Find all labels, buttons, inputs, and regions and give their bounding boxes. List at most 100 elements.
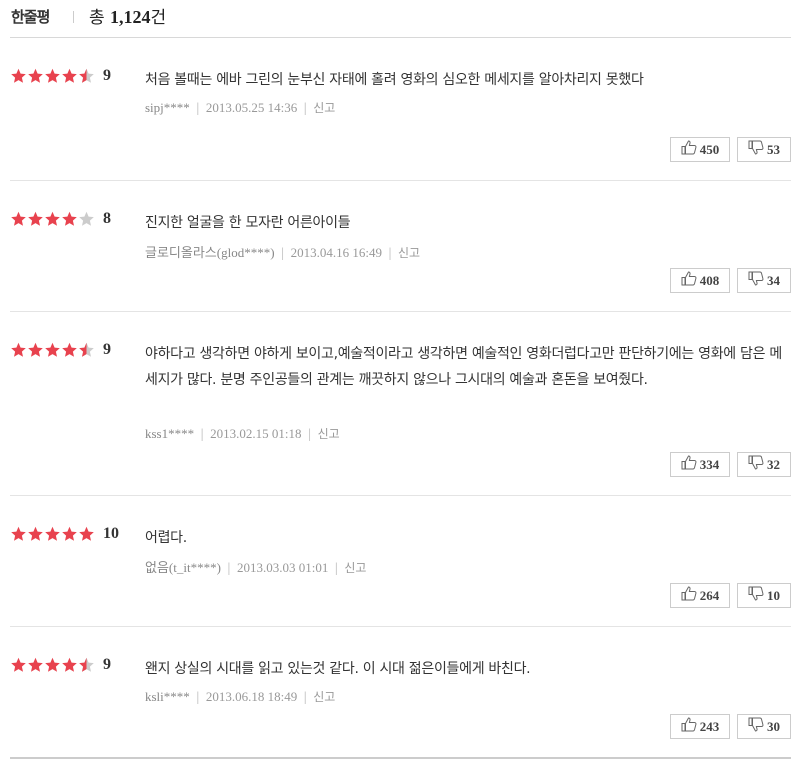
thumbs-up-icon bbox=[681, 586, 700, 605]
review-score: 10 bbox=[103, 525, 119, 542]
star-icon bbox=[27, 68, 44, 84]
star-icon bbox=[27, 526, 44, 542]
like-button[interactable]: 450 bbox=[670, 137, 730, 162]
like-button[interactable]: 264 bbox=[670, 583, 730, 608]
star-icon bbox=[61, 68, 78, 84]
review-text: 왠지 상실의 시대를 읽고 있는것 같다. 이 시대 젊은이들에게 바친다. bbox=[145, 661, 531, 677]
reviewer-name[interactable]: kss1**** bbox=[145, 426, 194, 441]
star-icon bbox=[44, 657, 61, 673]
like-button[interactable]: 334 bbox=[670, 452, 730, 477]
dislike-button[interactable]: 30 bbox=[737, 714, 791, 739]
star-icon bbox=[44, 211, 61, 227]
meta-divider: | bbox=[307, 427, 312, 441]
review-date: 2013.03.03 01:01 bbox=[236, 560, 329, 575]
star-rating bbox=[10, 526, 98, 542]
report-link[interactable]: 신고 bbox=[344, 561, 366, 575]
meta-divider: | bbox=[226, 561, 231, 575]
review-meta: kss1**** | 2013.02.15 01:18 | 신고 bbox=[145, 425, 340, 442]
section-title: 한줄평 bbox=[11, 8, 50, 26]
reviewer-name[interactable]: 없음(t_it****) bbox=[145, 560, 221, 575]
star-icon bbox=[10, 211, 27, 227]
header-divider bbox=[73, 11, 74, 23]
dislike-button[interactable]: 10 bbox=[737, 583, 791, 608]
star-icon bbox=[61, 342, 78, 358]
thumbs-down-icon bbox=[748, 717, 767, 736]
star-rating bbox=[10, 342, 98, 358]
star-icon bbox=[78, 68, 95, 84]
review-meta: 글로디올라스(glod****) | 2013.04.16 16:49 | 신고 bbox=[145, 242, 420, 261]
star-icon bbox=[44, 68, 61, 84]
like-count: 334 bbox=[699, 456, 720, 472]
total-prefix: 총 bbox=[89, 8, 111, 28]
thumbs-down-icon bbox=[748, 455, 767, 474]
star-icon bbox=[78, 526, 95, 542]
review-text: 야하다고 생각하면 야하게 보이고,예술적이라고 생각하면 예술적인 영화더럽다… bbox=[145, 346, 782, 388]
like-button[interactable]: 408 bbox=[670, 268, 730, 293]
review-meta: 없음(t_it****) | 2013.03.03 01:01 | 신고 bbox=[145, 557, 366, 576]
review-meta: ksli**** | 2013.06.18 18:49 | 신고 bbox=[145, 688, 335, 705]
report-link[interactable]: 신고 bbox=[318, 427, 340, 441]
review-list: 9 처음 볼때는 에바 그린의 눈부신 자태에 홀려 영화의 심오한 메세지를 알… bbox=[0, 38, 800, 759]
reviewer-name[interactable]: sipj**** bbox=[145, 100, 190, 115]
report-link[interactable]: 신고 bbox=[313, 101, 335, 115]
review-item: 9 야하다고 생각하면 야하게 보이고,예술적이라고 생각하면 예술적인 영화더럽… bbox=[10, 312, 791, 496]
review-text: 어렵다. bbox=[145, 530, 187, 546]
dislike-button[interactable]: 53 bbox=[737, 137, 791, 162]
total-suffix: 건 bbox=[150, 8, 167, 28]
star-rating bbox=[10, 68, 98, 84]
review-item: 10 어렵다. 없음(t_it****) | 2013.03.03 01:01 | 신고 26… bbox=[10, 496, 791, 627]
star-icon bbox=[61, 211, 78, 227]
star-icon bbox=[78, 211, 95, 227]
like-count: 264 bbox=[699, 587, 720, 603]
review-score: 9 bbox=[103, 67, 111, 84]
review-score: 9 bbox=[103, 656, 111, 673]
like-count: 450 bbox=[699, 141, 720, 157]
star-icon bbox=[44, 526, 61, 542]
thumbs-down-icon bbox=[748, 586, 767, 605]
dislike-button[interactable]: 32 bbox=[737, 452, 791, 477]
review-header: 한줄평 총 1,124건 bbox=[10, 0, 791, 38]
thumbs-down-icon bbox=[748, 140, 767, 159]
total-count: 총 1,124건 bbox=[89, 3, 166, 28]
star-icon bbox=[78, 342, 95, 358]
like-button[interactable]: 243 bbox=[670, 714, 730, 739]
star-icon bbox=[10, 342, 27, 358]
reviewer-name[interactable]: ksli**** bbox=[145, 689, 190, 704]
star-icon bbox=[10, 526, 27, 542]
review-item: 9 처음 볼때는 에바 그린의 눈부신 자태에 홀려 영화의 심오한 메세지를 알… bbox=[10, 38, 791, 181]
review-meta: sipj**** | 2013.05.25 14:36 | 신고 bbox=[145, 99, 335, 116]
review-date: 2013.02.15 01:18 bbox=[210, 426, 302, 441]
thumbs-up-icon bbox=[681, 140, 700, 159]
meta-divider: | bbox=[303, 690, 308, 704]
dislike-count: 10 bbox=[767, 587, 780, 603]
like-count: 408 bbox=[699, 272, 720, 288]
star-rating bbox=[10, 211, 98, 227]
dislike-button[interactable]: 34 bbox=[737, 268, 791, 293]
report-link[interactable]: 신고 bbox=[313, 690, 335, 704]
thumbs-up-icon bbox=[681, 455, 700, 474]
total-number: 1,124 bbox=[110, 7, 151, 27]
dislike-count: 30 bbox=[767, 718, 780, 734]
vote-buttons: 264 10 bbox=[670, 583, 791, 608]
thumbs-up-icon bbox=[681, 271, 700, 290]
review-score: 8 bbox=[103, 210, 111, 227]
review-score: 9 bbox=[103, 341, 111, 358]
review-text: 처음 볼때는 에바 그린의 눈부신 자태에 홀려 영화의 심오한 메세지를 알아… bbox=[145, 72, 644, 88]
review-item: 9 왠지 상실의 시대를 읽고 있는것 같다. 이 시대 젊은이들에게 바친다. k… bbox=[10, 627, 791, 759]
vote-buttons: 450 53 bbox=[670, 137, 791, 162]
dislike-count: 32 bbox=[767, 456, 780, 472]
report-link[interactable]: 신고 bbox=[398, 246, 420, 260]
meta-divider: | bbox=[200, 427, 205, 441]
star-icon bbox=[78, 657, 95, 673]
dislike-count: 53 bbox=[767, 141, 780, 157]
thumbs-down-icon bbox=[748, 271, 767, 290]
reviewer-name[interactable]: 글로디올라스(glod****) bbox=[145, 245, 275, 260]
meta-divider: | bbox=[334, 561, 339, 575]
review-text: 진지한 얼굴을 한 모자란 어른아이들 bbox=[145, 215, 351, 231]
review-date: 2013.05.25 14:36 bbox=[205, 100, 298, 115]
star-icon bbox=[44, 342, 61, 358]
like-count: 243 bbox=[699, 718, 720, 734]
star-icon bbox=[27, 342, 44, 358]
star-icon bbox=[61, 657, 78, 673]
star-icon bbox=[61, 526, 78, 542]
